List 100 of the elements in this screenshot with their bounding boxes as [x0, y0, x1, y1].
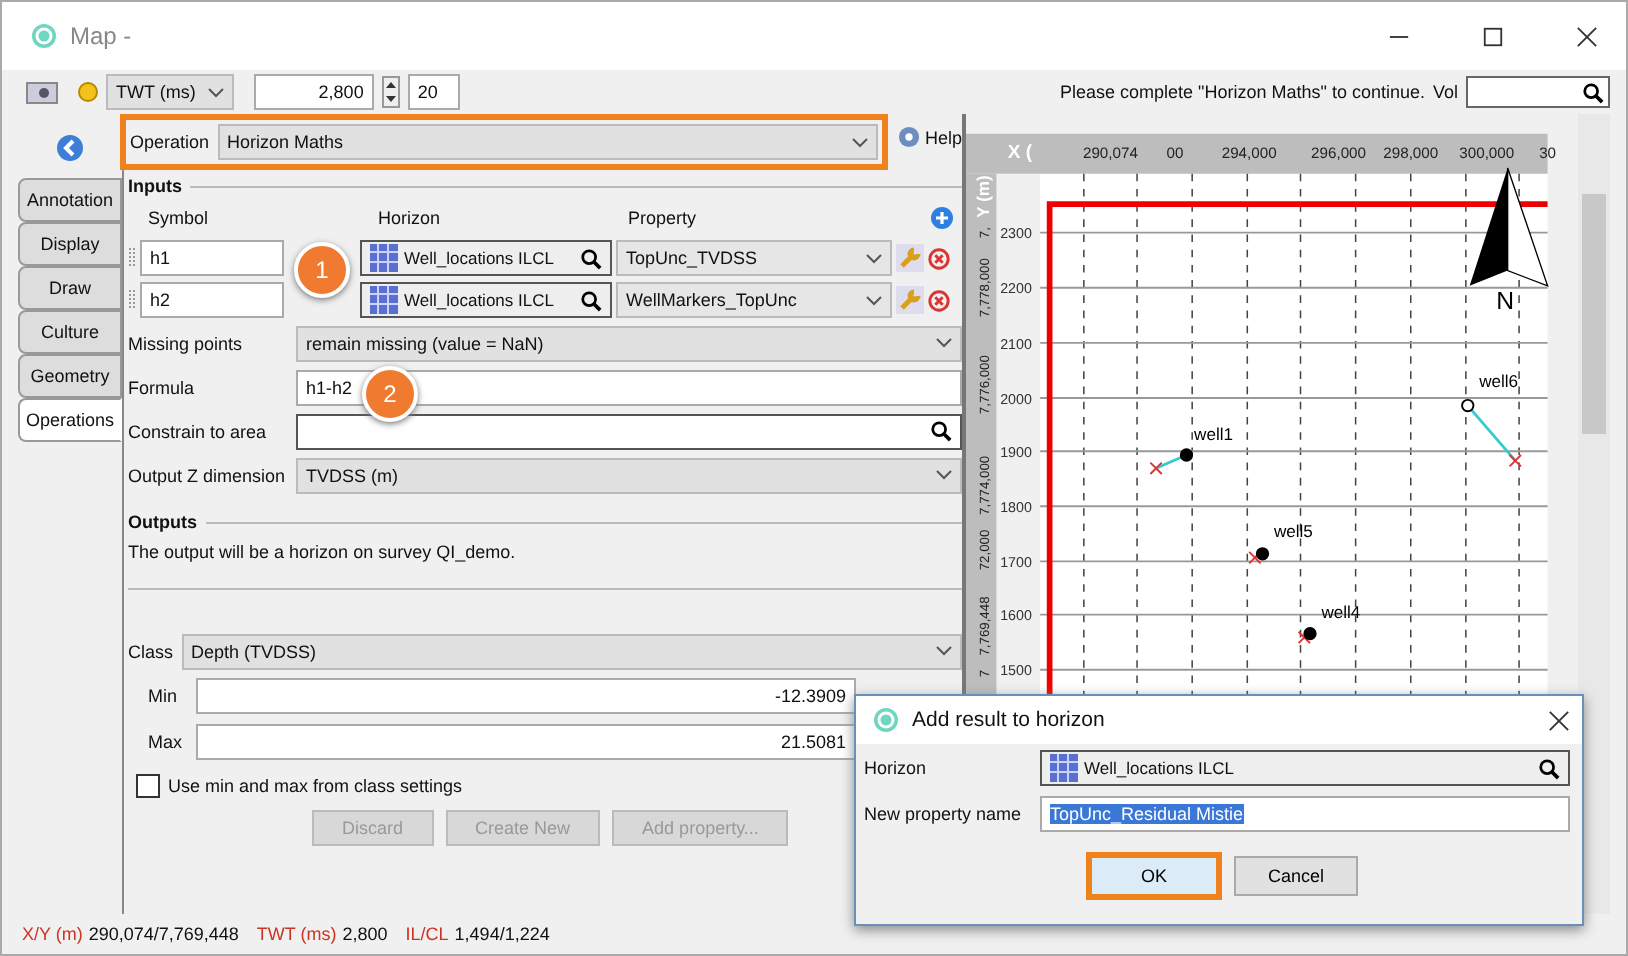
symbol-field[interactable]: h1	[140, 240, 284, 276]
class-label: Class	[128, 641, 174, 661]
horizon-name: Well_locations ILCL	[1084, 758, 1236, 778]
dialog-title: Add result to horizon	[912, 708, 1105, 732]
checkbox-label: Use min and max from class settings	[168, 776, 463, 796]
grid-icon	[1050, 754, 1078, 782]
vol-search-field[interactable]	[1466, 76, 1610, 108]
x-tick-label: 30	[1539, 144, 1557, 163]
grid-icon	[370, 286, 398, 314]
help-link[interactable]: Help	[924, 127, 962, 147]
max-field[interactable]: 21.5081	[196, 724, 856, 760]
close-icon[interactable]	[1548, 709, 1570, 731]
drag-handle-icon[interactable]	[128, 246, 136, 270]
column-header: Horizon	[378, 208, 443, 228]
camera-icon[interactable]	[26, 81, 58, 103]
column-header: Property	[628, 208, 699, 228]
side-tab[interactable]: Geometry	[18, 354, 122, 398]
x-tick-label: 290,074	[1083, 144, 1138, 163]
max-label: Max	[148, 732, 185, 752]
property-dropdown[interactable]: TopUnc_TVDSS	[616, 240, 892, 276]
status-key: X/Y (m)	[22, 924, 83, 944]
window-title: Map -	[70, 22, 132, 50]
side-tab[interactable]: Culture	[18, 310, 122, 354]
x-tick-label: 298,000	[1383, 144, 1439, 163]
operation-label: Operation	[130, 132, 210, 152]
well-path-line	[1466, 404, 1517, 462]
symbol-field[interactable]: h2	[140, 282, 284, 318]
property-name-field[interactable]: TopUnc_Residual Mistie	[1040, 796, 1570, 832]
status-value: 2,800	[342, 924, 388, 944]
add-icon[interactable]	[930, 206, 954, 230]
field-label: Formula	[128, 377, 197, 397]
status-key: TWT (ms)	[256, 924, 337, 944]
well-symbol-icon	[1303, 627, 1317, 641]
remove-icon[interactable]	[928, 289, 950, 311]
side-tab[interactable]: Annotation	[18, 178, 122, 222]
section-title: Outputs	[128, 512, 197, 532]
well-symbol-icon	[1255, 547, 1270, 561]
chevron-down-icon	[852, 137, 868, 147]
dialog-button[interactable]: OK	[1086, 852, 1222, 900]
min-label: Min	[148, 686, 180, 706]
checkbox[interactable]	[136, 774, 160, 798]
marker-cross-icon	[1149, 461, 1163, 475]
field-label: Constrain to area	[128, 421, 269, 441]
x-tick-label: 300,000	[1459, 144, 1515, 163]
x-tick-label: 296,000	[1311, 144, 1366, 163]
chevron-down-icon	[936, 646, 952, 656]
app-icon	[872, 706, 900, 734]
scrollbar-thumb[interactable]	[1582, 194, 1606, 434]
well-symbol-icon	[1461, 398, 1475, 413]
horizon-name: Well_locations ILCL	[404, 290, 556, 310]
status-value: 1,494/1,224	[454, 924, 550, 944]
well-label: well1	[1194, 423, 1234, 444]
maximize-icon[interactable]	[1482, 25, 1504, 47]
search-icon[interactable]	[580, 289, 602, 311]
marker-cross-icon	[1297, 630, 1311, 645]
column-header: Symbol	[146, 208, 211, 228]
field-label: Missing points	[128, 333, 245, 353]
side-tab[interactable]: Operations	[18, 398, 122, 442]
x-tick-label: 00	[1166, 144, 1184, 163]
help-icon[interactable]	[898, 126, 921, 148]
status-message: Please complete "Horizon Maths" to continue.	[1060, 82, 1425, 102]
field-dropdown[interactable]: TVDSS (m)	[296, 457, 962, 493]
search-icon	[930, 420, 952, 442]
area-search-field[interactable]	[296, 413, 962, 449]
search-icon[interactable]	[580, 247, 602, 269]
class-dropdown[interactable]: Depth (TVDSS)	[181, 633, 962, 669]
north-label: N	[1496, 286, 1515, 315]
x-axis-label: X (	[1007, 142, 1033, 165]
domain-dropdown[interactable]: TWT (ms)	[106, 74, 234, 110]
side-tab[interactable]: Display	[18, 222, 122, 266]
search-icon[interactable]	[1538, 757, 1560, 779]
side-tab[interactable]: Draw	[18, 266, 122, 310]
chevron-down-icon	[207, 87, 224, 97]
spinner-arrows-icon[interactable]	[381, 76, 400, 108]
horizon-field[interactable]: Well_locations ILCL	[360, 282, 612, 318]
vol-label: Vol	[1432, 82, 1458, 102]
close-icon[interactable]	[1576, 25, 1598, 47]
status-value: 290,074/7,769,448	[88, 924, 239, 944]
horizon-field[interactable]: Well_locations ILCL	[1040, 750, 1570, 786]
marker-cross-icon	[1508, 454, 1522, 468]
status-key: IL/CL	[405, 924, 449, 944]
chevron-down-icon	[866, 295, 882, 305]
field-label: New property name	[864, 804, 1024, 824]
y-axis-label: Y (m)	[972, 175, 993, 218]
operation-dropdown[interactable]: Horizon Maths	[217, 124, 878, 160]
well-label: well4	[1321, 602, 1361, 623]
min-field[interactable]: -12.3909	[196, 678, 856, 714]
dialog-button[interactable]: Cancel	[1234, 856, 1358, 896]
horizon-name: Well_locations ILCL	[404, 248, 556, 268]
search-icon	[1582, 81, 1604, 103]
well-label: well5	[1273, 520, 1313, 541]
step-field[interactable]: 20	[407, 74, 460, 110]
drag-handle-icon[interactable]	[128, 288, 136, 312]
marker-cross-icon	[1248, 550, 1262, 565]
remove-icon[interactable]	[928, 247, 950, 269]
value-spinner[interactable]: 2,800	[253, 74, 374, 110]
field-dropdown[interactable]: remain missing (value = NaN)	[296, 325, 962, 361]
property-dropdown[interactable]: WellMarkers_TopUnc	[616, 282, 892, 318]
field-label: Horizon	[864, 758, 929, 778]
horizon-field[interactable]: Well_locations ILCL	[360, 240, 612, 276]
